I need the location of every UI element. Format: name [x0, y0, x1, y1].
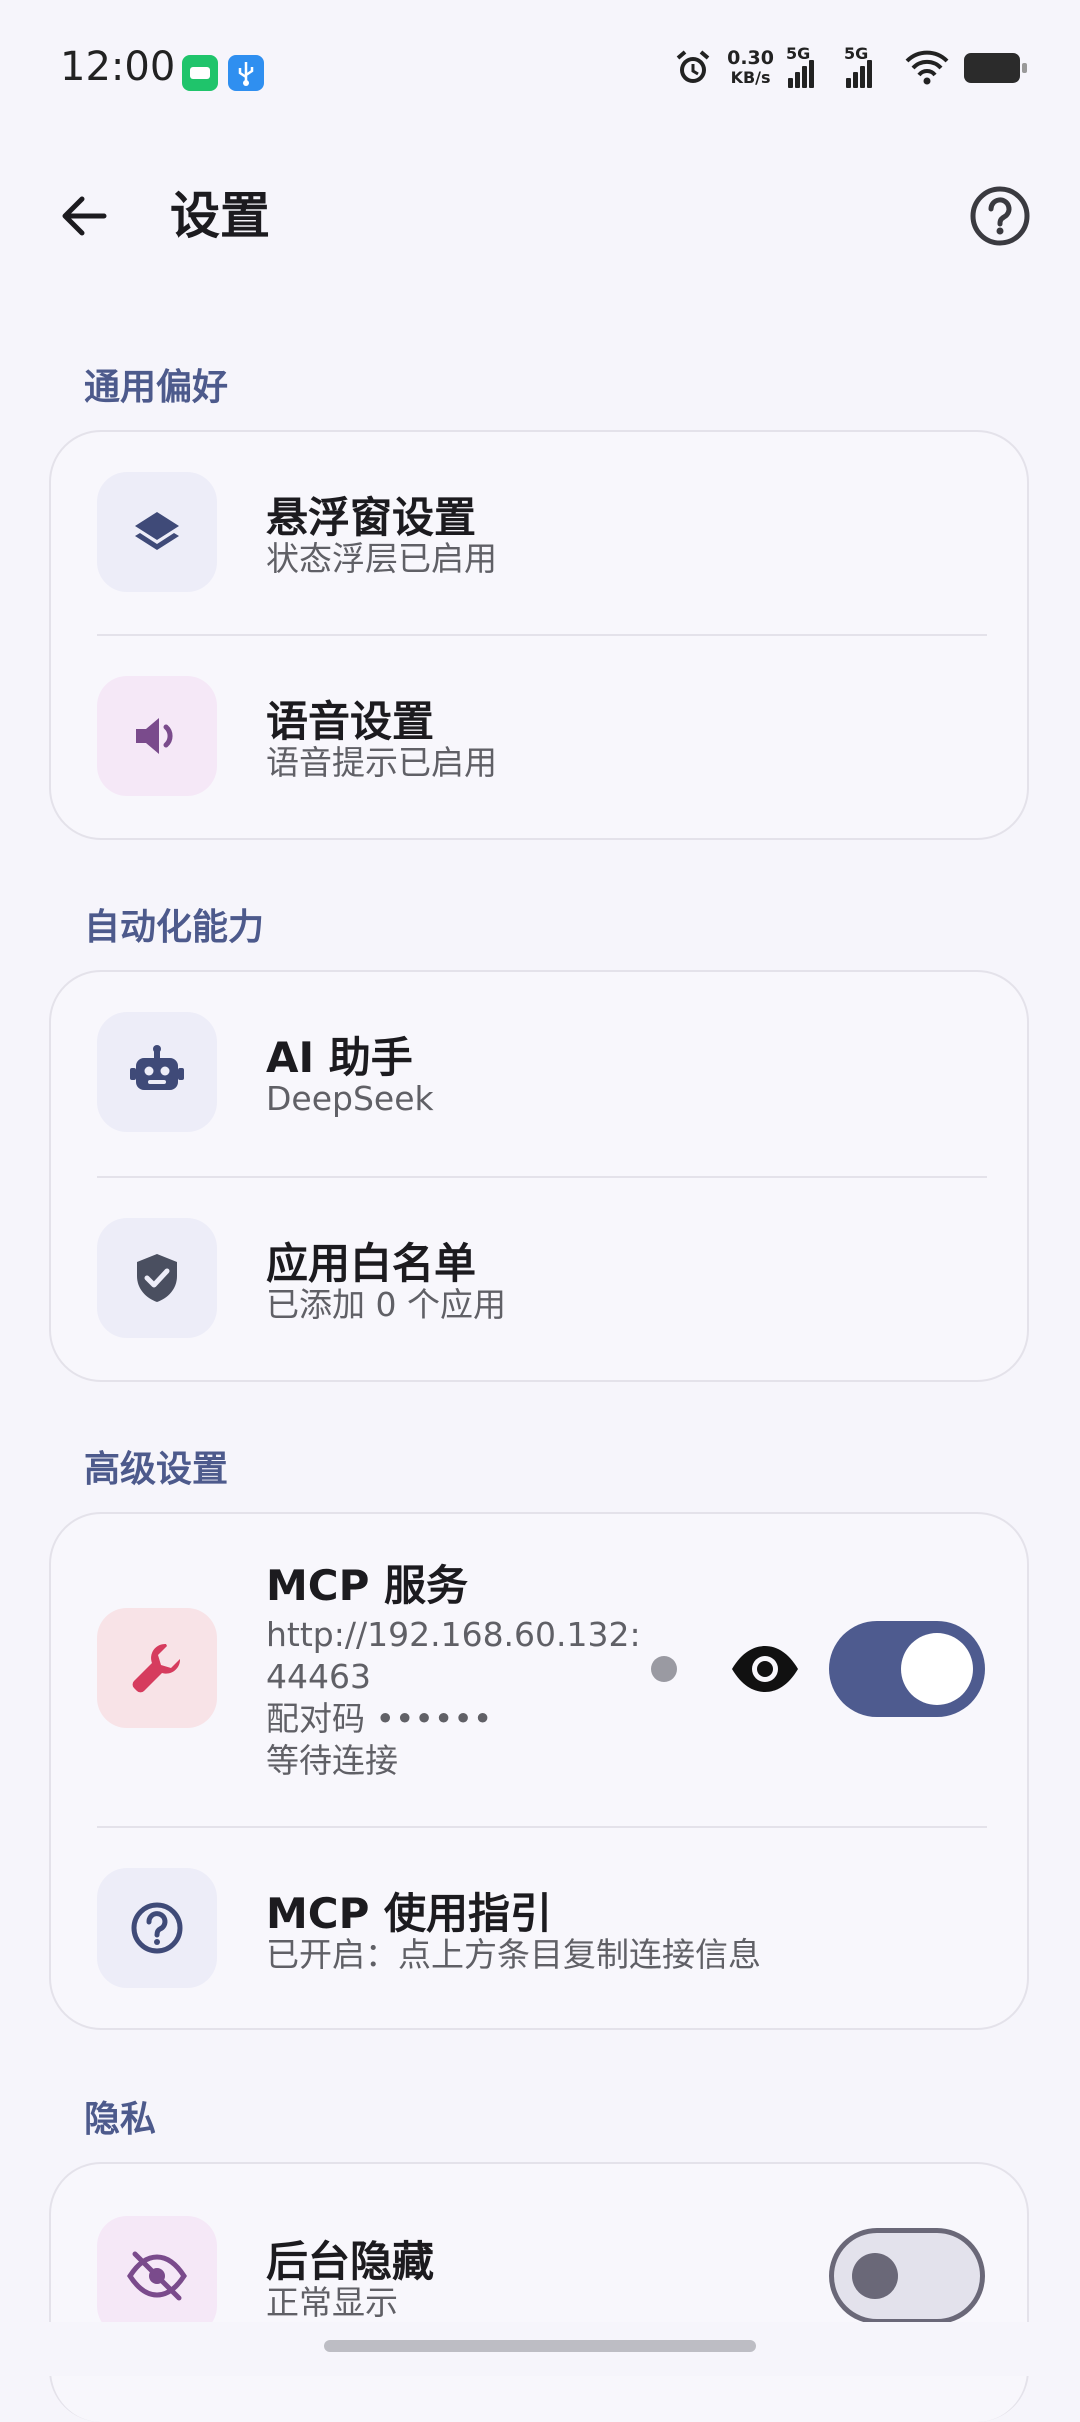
app-whitelist-item[interactable]: 应用白名单 已添加 0 个应用: [51, 1178, 1027, 1380]
mcp-service-toggle[interactable]: [829, 1621, 985, 1717]
top-app-bar: 设置: [0, 160, 1080, 270]
question-circle-icon: [131, 1902, 183, 1954]
mcp-service-item[interactable]: MCP 服务 http://192.168.60.132: 44463 配对码 …: [51, 1514, 1027, 1826]
toggle-knob: [901, 1633, 973, 1705]
card-general: 悬浮窗设置 状态浮层已启用 语音设置 语音提示已启用: [49, 430, 1029, 840]
item-title: 应用白名单: [266, 1239, 477, 1288]
usb-icon: [228, 55, 264, 91]
shield-check-icon: [137, 1254, 177, 1302]
floating-icon-container: [97, 472, 217, 592]
status-time: 12:00: [60, 44, 176, 90]
status-indicators: 0.30 KB/s 5G 5G: [673, 44, 1027, 88]
item-subtitle: 已添加 0 个应用: [266, 1285, 506, 1324]
eye-icon: [732, 1646, 798, 1692]
mcp-guide-item[interactable]: MCP 使用指引 已开启：点上方条目复制连接信息: [51, 1828, 1027, 2028]
item-subtitle: 语音提示已启用: [266, 743, 497, 782]
item-subtitle: 状态浮层已启用: [266, 539, 497, 578]
mcp-url-line1: http://192.168.60.132:: [266, 1615, 641, 1654]
back-button[interactable]: [48, 180, 120, 252]
item-subtitle: 已开启：点上方条目复制连接信息: [266, 1935, 761, 1974]
card-privacy: 后台隐藏 正常显示: [49, 2162, 1029, 2422]
help-button[interactable]: [964, 180, 1036, 252]
speaker-icon: [136, 718, 173, 754]
battery-icon: [964, 53, 1027, 83]
item-title: MCP 服务: [266, 1561, 469, 1610]
voice-settings-item[interactable]: 语音设置 语音提示已启用: [51, 636, 1027, 838]
card-advanced: MCP 服务 http://192.168.60.132: 44463 配对码 …: [49, 1512, 1029, 2030]
item-title: 后台隐藏: [266, 2237, 435, 2286]
layers-icon: [135, 512, 179, 550]
signal-5g-2-icon: 5G: [844, 44, 890, 88]
help-circle-icon: [970, 186, 1030, 246]
floating-window-settings-item[interactable]: 悬浮窗设置 状态浮层已启用: [51, 432, 1027, 634]
mcp-pair-code: 配对码 ••••••: [266, 1699, 493, 1738]
wrench-icon: [132, 1643, 181, 1693]
item-title: MCP 使用指引: [266, 1889, 553, 1938]
section-header-privacy: 隐私: [84, 2099, 157, 2140]
speed-unit: KB/s: [730, 68, 771, 87]
network-speed: 0.30 KB/s: [727, 47, 774, 88]
item-title: 语音设置: [266, 697, 435, 746]
voice-icon-container: [97, 676, 217, 796]
guide-icon-container: [97, 1868, 217, 1988]
mcp-icon-container: [97, 1608, 217, 1728]
alarm-icon: [676, 50, 710, 83]
section-header-advanced: 高级设置: [84, 1449, 229, 1490]
network-type-1: 5G: [786, 44, 811, 63]
eye-off-icon: [127, 2251, 187, 2301]
card-automation: AI 助手 DeepSeek 应用白名单 已添加 0 个应用: [49, 970, 1029, 1382]
whitelist-icon-container: [97, 1218, 217, 1338]
item-subtitle: 正常显示: [266, 2283, 398, 2322]
wifi-icon: [905, 50, 949, 85]
ai-assistant-item[interactable]: AI 助手 DeepSeek: [51, 972, 1027, 1176]
hide-icon-container: [97, 2216, 217, 2336]
section-header-general: 通用偏好: [84, 367, 229, 408]
item-subtitle: DeepSeek: [266, 1079, 434, 1118]
page-title: 设置: [170, 187, 270, 245]
ai-icon-container: [97, 1012, 217, 1132]
show-pair-code-button[interactable]: [727, 1634, 803, 1704]
app-notification-icon: [182, 55, 218, 91]
network-type-2: 5G: [844, 44, 869, 63]
mcp-connection-status: 等待连接: [266, 1741, 398, 1780]
speed-value: 0.30: [727, 47, 774, 69]
status-dot: [651, 1656, 677, 1682]
signal-5g-1-icon: 5G: [786, 44, 832, 88]
status-bar: 12:00 0.30 KB/s 5G 5G: [0, 0, 1080, 140]
robot-icon: [130, 1045, 184, 1090]
item-title: 悬浮窗设置: [266, 493, 477, 542]
background-hide-toggle[interactable]: [829, 2228, 985, 2324]
arrow-back-icon: [62, 196, 107, 236]
mcp-url-line2: 44463: [266, 1657, 371, 1696]
item-title: AI 助手: [266, 1033, 413, 1082]
toggle-knob: [852, 2253, 898, 2299]
section-header-automation: 自动化能力: [84, 907, 265, 948]
home-indicator[interactable]: [324, 2340, 756, 2352]
